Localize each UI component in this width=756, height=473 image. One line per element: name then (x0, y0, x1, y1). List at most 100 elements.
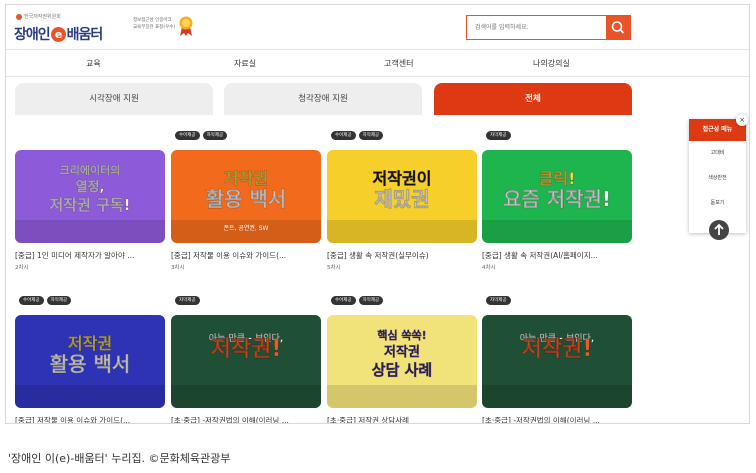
course-badges: 수어제공 자막제공 (331, 296, 386, 305)
course-thumbnail[interactable]: 저작권 활용 백서 (15, 315, 165, 408)
course-thumbnail[interactable]: 저작권 활용 백서폰트, 공연권, SW (171, 150, 321, 243)
course-badge: 자막제공 (46, 296, 72, 305)
course-badge: 수어제공 (331, 131, 356, 140)
thumbnail-headline: 저작권 (224, 169, 268, 188)
course-title[interactable]: [중급] 생활 속 저작권(AI/홈페이지... (482, 250, 632, 261)
thumbnail-art: 크리에이터의열정,저작권 구독! (15, 163, 165, 243)
course-badge: 자막제공 (358, 296, 384, 305)
course-thumbnail[interactable]: 클릭! 요즘 저작권! (482, 150, 632, 243)
course-thumbnail[interactable]: 아는 만큼 - 보인다, 저작권! (171, 315, 321, 408)
thumbnail-art: 아는 만큼 - 보인다,저작권! (482, 332, 632, 408)
certification-mark: 정보접근성 인증마크 교육부장관 표창(우수) (133, 16, 193, 41)
scroll-to-top-button[interactable] (709, 220, 729, 240)
course-hours: 4차시 (482, 265, 496, 271)
thumbnail-art: 아는 만큼 - 보인다,저작권! (171, 332, 321, 408)
course-card[interactable]: 자막제공아는 만큼 - 보인다, 저작권! [초·중급] -저작권법의 이해(이러닝… (171, 296, 321, 423)
course-badge: 수어제공 (331, 296, 356, 305)
thumbnail-art: 저작권활용 백서폰트, 공연권, SW (171, 169, 321, 243)
search-button[interactable] (606, 16, 630, 39)
medal-icon (179, 16, 193, 36)
high-contrast-button[interactable]: 고대비 (689, 141, 746, 166)
tab-all[interactable]: 전체 (434, 83, 632, 115)
image-caption: '장애인 이(e)-배움터' 누리집. ©문화체육관광부 (8, 452, 231, 465)
course-badges: 자막제공 (175, 296, 203, 305)
logo-e-mark: e (50, 27, 66, 42)
nav-item-my-classroom[interactable]: 나의강의실 (533, 58, 570, 69)
thumbnail-headline: 저작권 (68, 334, 112, 353)
thumbnail-band (482, 385, 632, 408)
course-badge: 수어제공 (175, 131, 200, 140)
course-title[interactable]: [중급] 1인 미디어 제작자가 알아야 ... (15, 250, 165, 261)
course-title[interactable]: [초·중급] -저작권법의 이해(이러닝 ... (171, 415, 321, 423)
thumbnail-headline: 저작권! (211, 337, 282, 362)
thumbnail-headline: 저작권 (384, 344, 420, 360)
course-card[interactable]: 수어제공 자막제공저작권 활용 백서폰트, 공연권, SW [중급] 저작물 이용 이… (171, 131, 321, 271)
logo-name-post: 배움터 (66, 27, 104, 43)
thumbnail-headline: 저작권이 (373, 169, 432, 188)
accessibility-menu-close-button[interactable]: × (736, 114, 748, 126)
nav-item-education[interactable]: 교육 (86, 58, 101, 69)
course-badge: 자막제공 (202, 131, 228, 140)
course-badge: 자막제공 (358, 131, 384, 140)
course-badge: 자막제공 (486, 131, 511, 140)
tab-hearing-impairment[interactable]: 청각장애 지원 (224, 83, 422, 115)
course-card[interactable]: 크리에이터의열정, 저작권 구독! [중급] 1인 미디어 제작자가 알아야 ...… (15, 131, 165, 271)
site-logo[interactable]: 한국저작권위원회 장애인 e 배움터 (14, 11, 124, 45)
thumbnail-headline: 핵심 쏙쏙! (377, 328, 426, 342)
course-card[interactable]: 수어제공 자막제공저작권이 재밌권 [중급] 생활 속 저작권(실무이슈) 5차시 (327, 131, 477, 271)
nav-item-customer-center[interactable]: 고객센터 (384, 58, 413, 69)
thumbnail-headline: 상담 사례 (372, 361, 432, 379)
thumbnail-art: 저작권이재밌권 (327, 169, 477, 243)
thumbnail-headline: 저작권 구독! (49, 196, 130, 214)
course-badge: 수어제공 (19, 296, 44, 305)
browser-frame: 한국저작권위원회 장애인 e 배움터 정보접근성 인증마크 교육부장관 표창(우수) (5, 4, 750, 424)
course-badges: 수어제공 자막제공 (19, 296, 74, 305)
course-thumbnail[interactable]: 핵심 쏙쏙! 저작권 상담 사례 (327, 315, 477, 408)
course-title[interactable]: [중급] 저작물 이용 이슈와 가이드(... (171, 250, 321, 261)
accessibility-menu: 접근성 메뉴 고대비 색상반전 돋보기 (689, 119, 746, 233)
course-title[interactable]: [중급] 생활 속 저작권(실무이슈) (327, 250, 477, 261)
thumbnail-headline: 활용 백서 (206, 187, 287, 211)
course-card[interactable]: 자막제공클릭! 요즘 저작권! [중급] 생활 속 저작권(AI/홈페이지... 4차… (482, 131, 632, 271)
magnifier-button[interactable]: 돋보기 (689, 191, 746, 216)
thumbnail-headline: 열정, (76, 179, 105, 195)
thumbnail-band (327, 220, 477, 243)
course-card[interactable]: 수어제공 자막제공저작권 활용 백서 [중급] 저작물 이용 이슈와 가이드(... (15, 296, 165, 423)
site-header: 한국저작권위원회 장애인 e 배움터 정보접근성 인증마크 교육부장관 표창(우수) (6, 5, 749, 50)
nav-item-library[interactable]: 자료실 (234, 58, 256, 69)
course-badges: 자막제공 (486, 131, 514, 140)
thumbnail-headline: 클릭! (539, 169, 576, 188)
arrow-up-icon (714, 223, 724, 235)
thumbnail-subtitle: 폰트, 공연권, SW (224, 224, 269, 232)
thumbnail-headline: 크리에이터의 (60, 163, 121, 177)
thumbnail-headline: 요즘 저작권! (503, 187, 611, 211)
color-invert-button[interactable]: 색상반전 (689, 166, 746, 191)
org-name: 한국저작권위원회 (24, 14, 61, 20)
course-title[interactable]: [초·중급] 저작권 상담사례 (327, 415, 477, 423)
course-badges: 자막제공 (486, 296, 514, 305)
thumbnail-headline: 저작권! (522, 337, 593, 362)
course-thumbnail[interactable]: 아는 만큼 - 보인다, 저작권! (482, 315, 632, 408)
course-card[interactable]: 자막제공아는 만큼 - 보인다, 저작권! [초·중급] -저작권법의 이해(이러닝… (482, 296, 632, 423)
course-badges: 수어제공 자막제공 (331, 131, 386, 140)
thumbnail-band (482, 220, 632, 243)
tab-visual-impairment[interactable]: 시각장애 지원 (15, 83, 213, 115)
logo-name-pre: 장애인 (14, 27, 51, 43)
thumbnail-art: 핵심 쏙쏙! 저작권상담 사례 (327, 328, 477, 408)
thumbnail-band (15, 385, 165, 408)
thumbnail-art: 저작권활용 백서 (15, 334, 165, 408)
course-title[interactable]: [초·중급] -저작권법의 이해(이러닝 ... (482, 415, 632, 423)
course-badge: 자막제공 (175, 296, 200, 305)
main-nav: 교육 자료실 고객센터 나의강의실 (6, 51, 749, 77)
course-thumbnail[interactable]: 저작권이 재밌권 (327, 150, 477, 243)
course-badge: 자막제공 (486, 296, 511, 305)
search-icon (611, 21, 625, 34)
category-tabs: 시각장애 지원 청각장애 지원 전체 (6, 83, 749, 115)
search-input[interactable] (467, 16, 607, 39)
course-title[interactable]: [중급] 저작물 이용 이슈와 가이드(... (15, 415, 165, 423)
course-card[interactable]: 수어제공 자막제공핵심 쏙쏙! 저작권 상담 사례 [초·중급] 저작권 상담사례 (327, 296, 477, 423)
course-hours: 5차시 (327, 265, 341, 271)
org-logo-icon (16, 13, 22, 20)
thumbnail-band (15, 220, 165, 243)
course-thumbnail[interactable]: 크리에이터의열정, 저작권 구독! (15, 150, 165, 243)
